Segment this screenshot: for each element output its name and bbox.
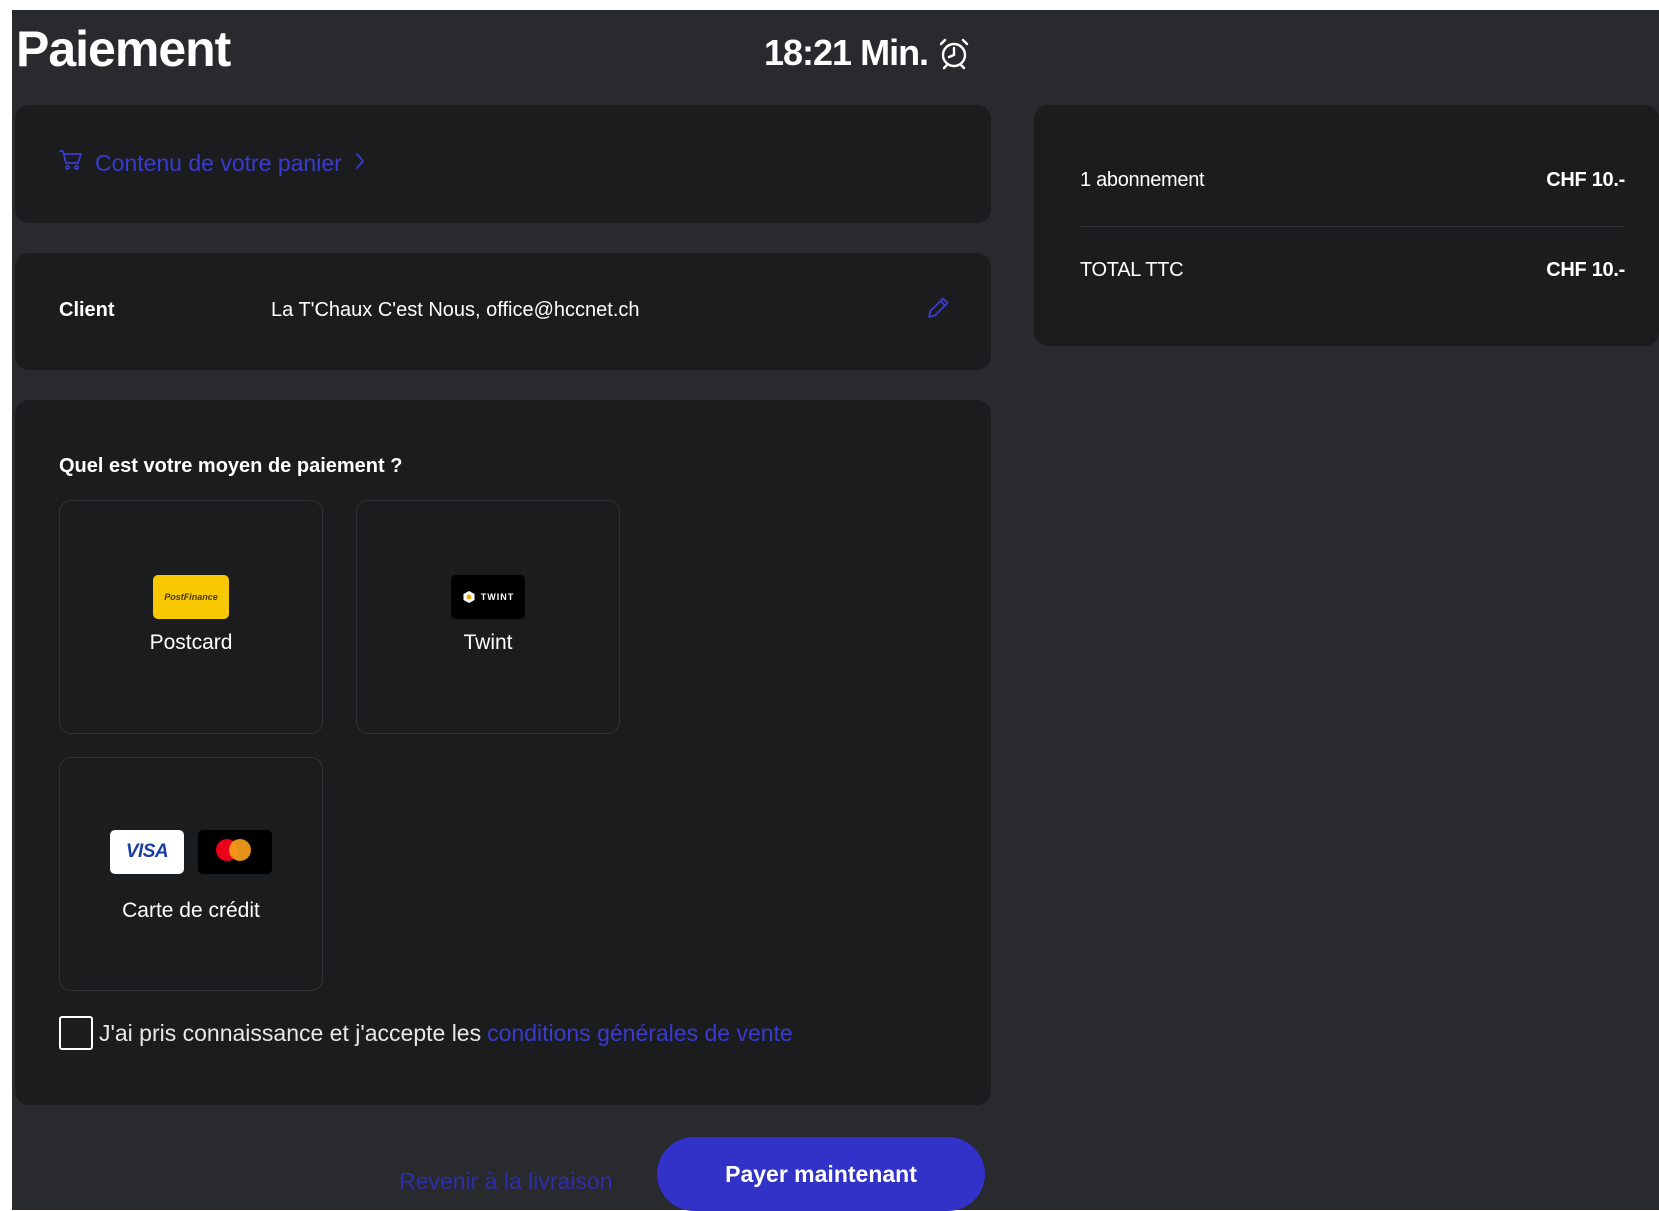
back-to-delivery-link[interactable]: Revenir à la livraison — [399, 1168, 612, 1195]
checkout-page: Paiement 18:21 Min. Contenu de votre pan… — [12, 10, 1659, 1211]
terms-row: J'ai pris connaissance et j'accepte les … — [59, 1016, 793, 1050]
payment-option-label: Twint — [463, 631, 513, 654]
summary-divider — [1080, 226, 1625, 227]
client-value: La T'Chaux C'est Nous, office@hccnet.ch — [271, 299, 640, 321]
timer-value: 18:21 Min. — [764, 32, 929, 73]
terms-text: J'ai pris connaissance et j'accepte les — [99, 1019, 482, 1046]
terms-link[interactable]: conditions générales de vente — [487, 1020, 793, 1047]
twint-logo: TWINT — [451, 575, 525, 619]
visa-logo: VISA — [110, 830, 184, 874]
summary-amount: CHF 10.- — [1546, 169, 1625, 191]
cart-contents-link[interactable]: Contenu de votre panier — [59, 149, 366, 177]
payment-option-postcard[interactable]: PostFinance Postcard — [59, 500, 323, 734]
order-summary-card: 1 abonnement CHF 10.- TOTAL TTC CHF 10.- — [1034, 105, 1659, 346]
pay-now-button[interactable]: Payer maintenant — [657, 1137, 985, 1211]
summary-label: 1 abonnement — [1080, 169, 1205, 191]
summary-label: TOTAL TTC — [1080, 259, 1184, 281]
client-label: Client — [59, 299, 115, 321]
pencil-icon — [925, 295, 951, 326]
terms-checkbox[interactable] — [59, 1016, 93, 1050]
page-title: Paiement — [16, 21, 231, 77]
payment-question: Quel est votre moyen de paiement ? — [59, 455, 403, 477]
countdown-timer: 18:21 Min. — [764, 32, 972, 74]
summary-row-total: TOTAL TTC CHF 10.- — [1080, 259, 1625, 282]
payment-option-label: Carte de crédit — [122, 899, 260, 922]
cart-link-label: Contenu de votre panier — [95, 149, 342, 176]
postfinance-logo: PostFinance — [153, 575, 229, 619]
summary-row-subscription: 1 abonnement CHF 10.- — [1080, 169, 1625, 192]
mastercard-logo — [198, 830, 272, 874]
summary-amount: CHF 10.- — [1546, 259, 1625, 281]
payment-option-twint[interactable]: TWINT Twint — [356, 500, 620, 734]
payment-option-label: Postcard — [149, 631, 233, 654]
cart-card: Contenu de votre panier — [15, 105, 991, 223]
payment-method-card: Quel est votre moyen de paiement ? PostF… — [15, 400, 991, 1105]
payment-option-credit-card[interactable]: VISA Carte de crédit — [59, 757, 323, 991]
edit-client-button[interactable] — [921, 293, 955, 327]
client-card: Client La T'Chaux C'est Nous, office@hcc… — [15, 253, 991, 370]
cart-icon — [59, 149, 83, 177]
alarm-clock-icon — [936, 35, 972, 71]
chevron-right-icon — [354, 150, 366, 177]
